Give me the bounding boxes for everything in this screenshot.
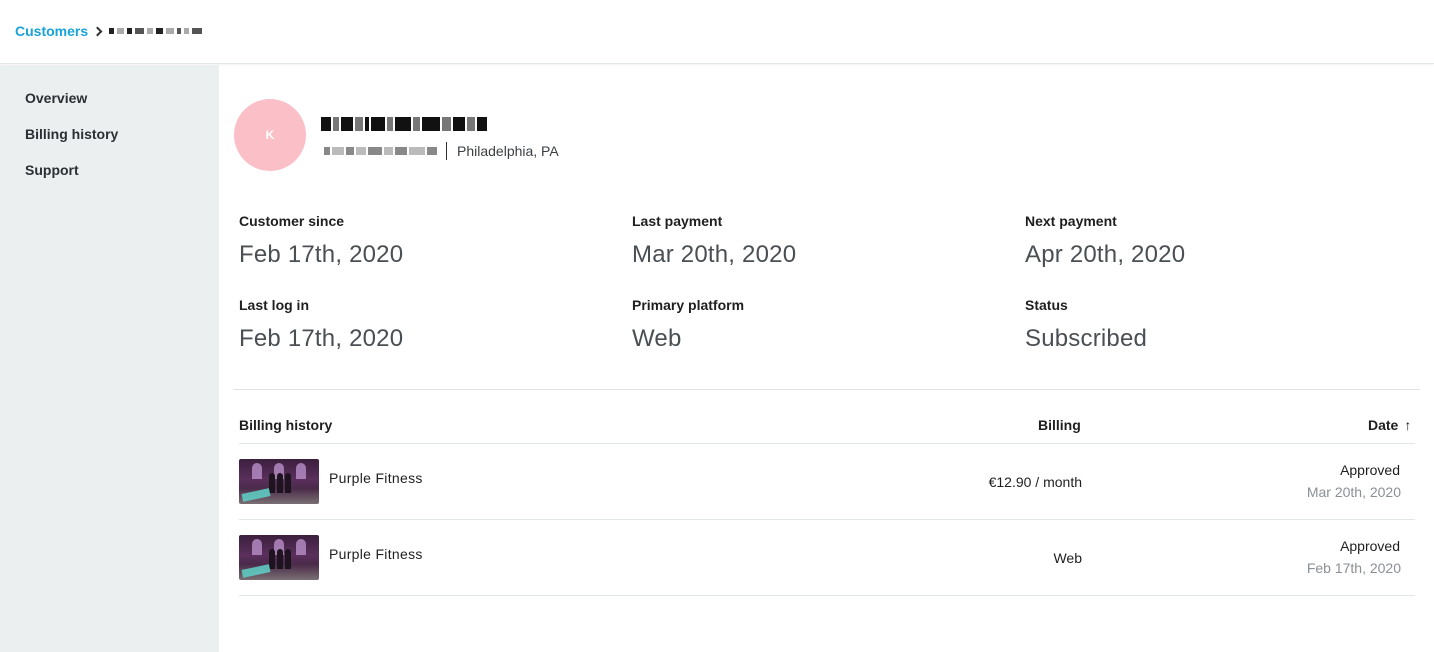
stat-label: Last payment xyxy=(632,213,723,229)
breadcrumb-customers-link[interactable]: Customers xyxy=(15,23,88,39)
billing-amount: Web xyxy=(1053,550,1082,566)
table-header-divider xyxy=(239,443,1415,444)
stat-value: Mar 20th, 2020 xyxy=(632,241,797,268)
top-bar: Customers xyxy=(0,0,1434,64)
stat-label: Next payment xyxy=(1025,213,1117,229)
stat-last-payment: Last payment Mar 20th, 2020 xyxy=(632,213,796,269)
product-thumbnail-image xyxy=(239,535,319,580)
stat-value: Feb 17th, 2020 xyxy=(239,325,404,352)
breadcrumb-customer-name-redacted xyxy=(109,26,203,36)
table-header-billing: Billing xyxy=(1038,417,1081,433)
table-header-billing-history: Billing history xyxy=(239,417,333,433)
stat-status: Status Subscribed xyxy=(1025,297,1147,353)
stat-value: Subscribed xyxy=(1025,325,1148,352)
payment-date: Mar 20th, 2020 xyxy=(1306,484,1401,500)
customer-location: Philadelphia, PA xyxy=(457,143,559,159)
stat-primary-platform: Primary platform Web xyxy=(632,297,744,353)
chevron-right-icon xyxy=(92,26,103,36)
table-header-date-sort[interactable]: Date ↑ xyxy=(1368,417,1411,433)
table-header-date-label: Date xyxy=(1368,417,1399,433)
product-name: Purple Fitness xyxy=(329,470,423,486)
avatar: K xyxy=(234,99,306,171)
row-divider xyxy=(239,519,1415,520)
stat-next-payment: Next payment Apr 20th, 2020 xyxy=(1025,213,1185,269)
stat-label: Primary platform xyxy=(632,297,745,313)
divider-vertical xyxy=(446,142,447,160)
payment-date: Feb 17th, 2020 xyxy=(1306,560,1401,576)
stat-value: Feb 17th, 2020 xyxy=(239,241,404,268)
product-name: Purple Fitness xyxy=(329,546,423,562)
sidebar: Overview Billing history Support xyxy=(0,65,219,652)
customer-subtitle: Philadelphia, PA xyxy=(324,142,559,160)
customer-email-redacted xyxy=(324,147,437,155)
row-divider xyxy=(239,595,1415,596)
payment-status: Approved xyxy=(1340,538,1400,554)
breadcrumb: Customers xyxy=(15,23,203,39)
sidebar-item-billing-history[interactable]: Billing history xyxy=(25,126,118,142)
section-divider xyxy=(233,389,1420,390)
stat-value: Apr 20th, 2020 xyxy=(1025,241,1186,268)
avatar-initial: K xyxy=(265,128,275,142)
stat-label: Status xyxy=(1025,297,1068,313)
payment-status: Approved xyxy=(1340,462,1400,478)
stat-value: Web xyxy=(632,325,682,352)
stat-customer-since: Customer since Feb 17th, 2020 xyxy=(239,213,403,269)
stat-label: Last log in xyxy=(239,297,309,313)
sidebar-item-support[interactable]: Support xyxy=(25,162,79,178)
arrow-up-icon: ↑ xyxy=(1404,417,1412,433)
stat-last-log-in: Last log in Feb 17th, 2020 xyxy=(239,297,403,353)
sidebar-item-overview[interactable]: Overview xyxy=(25,90,87,106)
product-thumbnail-image xyxy=(239,459,319,504)
billing-amount: €12.90 / month xyxy=(988,474,1082,490)
stat-label: Customer since xyxy=(239,213,345,229)
customer-name-redacted xyxy=(321,115,487,133)
main-content: K Philadelphia, PA Customer since Feb 17… xyxy=(219,65,1434,652)
